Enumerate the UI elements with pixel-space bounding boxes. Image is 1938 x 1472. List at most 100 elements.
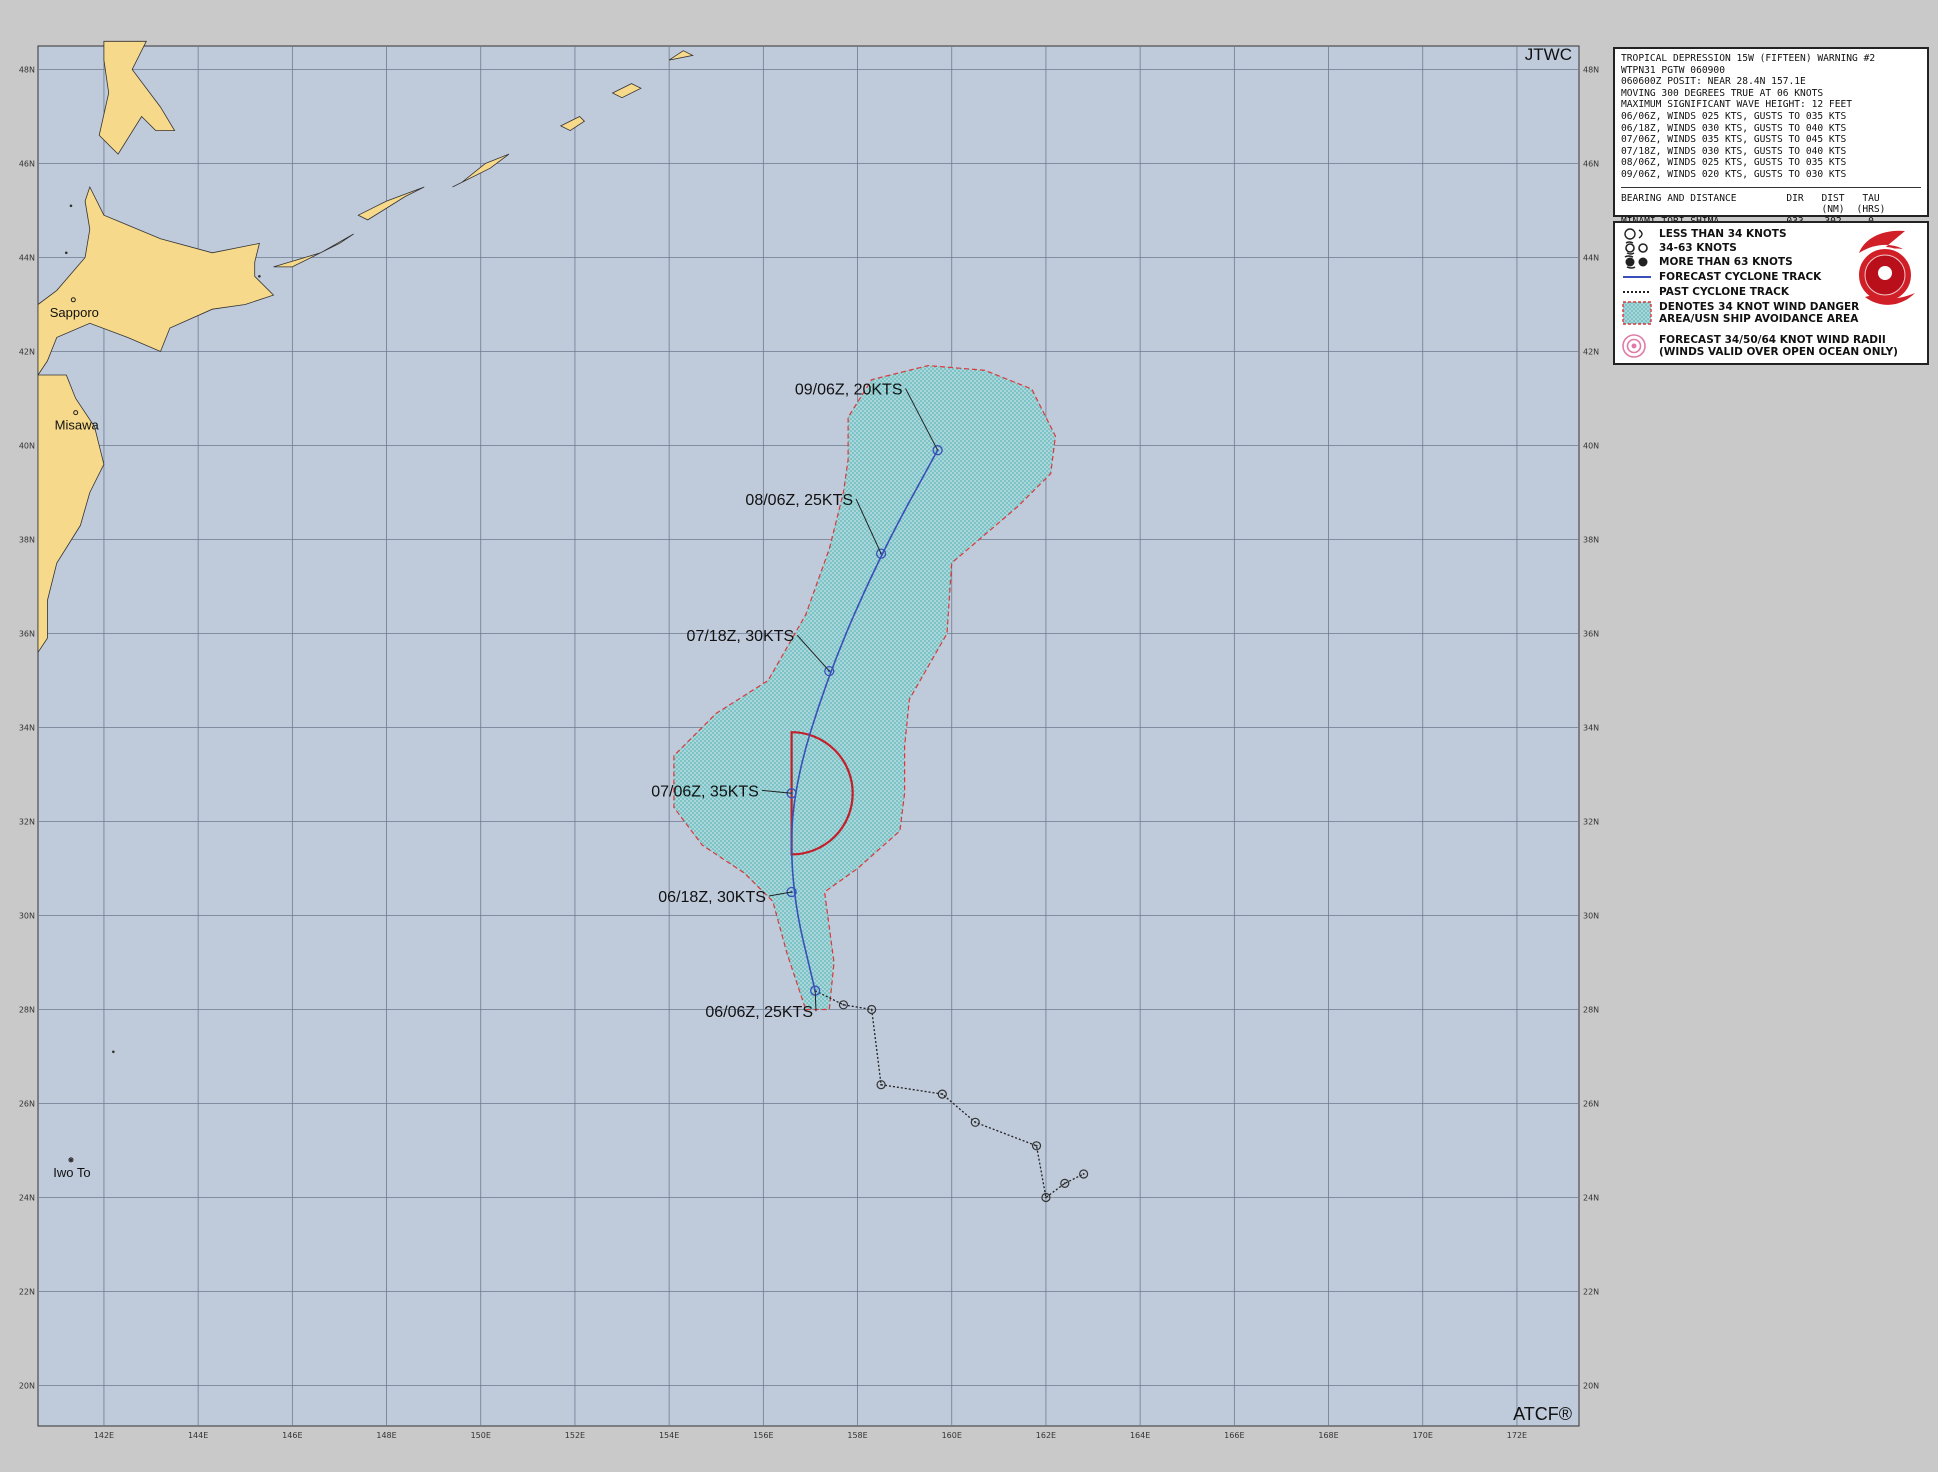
legend-label: FORECAST 34/50/64 KNOT WIND RADII (1659, 334, 1886, 346)
legend-label: PAST CYCLONE TRACK (1659, 286, 1789, 298)
wind-radii-icon (1622, 334, 1646, 358)
lat-label-right: 26N (1583, 1100, 1599, 1109)
lon-label: 152E (565, 1431, 585, 1440)
forecast-label: 07/18Z, 30KTS (687, 628, 795, 645)
lat-label-left: 46N (19, 160, 35, 169)
lat-label-left: 34N (19, 724, 35, 733)
lat-label-right: 46N (1583, 160, 1599, 169)
bearing-heading: BEARING AND DISTANCE (1621, 192, 1737, 204)
warning-line: 06/06Z, WINDS 025 KTS, GUSTS TO 035 KTS (1621, 110, 1847, 122)
lat-label-right: 32N (1583, 818, 1599, 827)
forecast-label: 08/06Z, 25KTS (745, 492, 853, 509)
warning-line: 07/18Z, WINDS 030 KTS, GUSTS TO 040 KTS (1621, 145, 1847, 157)
lat-label-left: 36N (19, 630, 35, 639)
lat-label-left: 28N (19, 1006, 35, 1015)
legend-less-34: LESS THAN 34 KNOTS (1621, 227, 1787, 241)
lat-label-left: 22N (19, 1288, 35, 1297)
forecast-label: 06/06Z, 25KTS (705, 1004, 813, 1021)
col-dist: DIST (1821, 192, 1845, 204)
lat-label-right: 36N (1583, 630, 1599, 639)
forecast-label: 07/06Z, 35KTS (651, 783, 759, 800)
typhoon-symbol-icon (1624, 255, 1648, 269)
lat-label-right: 38N (1583, 536, 1599, 545)
dotted-line-icon (1623, 291, 1651, 293)
legend-panel: LESS THAN 34 KNOTS 34-63 KNOTS MORE THAN… (1613, 221, 1929, 365)
past-position-center (1044, 1196, 1047, 1199)
col-dir: DIR (1786, 192, 1804, 204)
lon-label: 170E (1413, 1431, 1433, 1440)
warning-line: WTPN31 PGTW 060900 (1621, 64, 1725, 76)
lon-label: 158E (847, 1431, 867, 1440)
legend-past-track: PAST CYCLONE TRACK (1621, 285, 1789, 299)
island-dot (64, 251, 68, 255)
col-tau: TAU (1862, 192, 1880, 204)
legend-label: 34-63 KNOTS (1659, 242, 1737, 254)
lat-label-left: 20N (19, 1382, 35, 1391)
warning-line: 08/06Z, WINDS 025 KTS, GUSTS TO 035 KTS (1621, 157, 1847, 169)
warning-text: TROPICAL DEPRESSION 15W (FIFTEEN) WARNIN… (1621, 53, 1921, 181)
system-label: ATCF® (1513, 1404, 1572, 1424)
legend-label: (WINDS VALID OVER OPEN OCEAN ONLY) (1659, 346, 1898, 358)
past-position-center (880, 1083, 883, 1086)
place-name: Sapporo (50, 305, 99, 320)
place-name: Iwo To (53, 1165, 90, 1180)
lat-label-left: 38N (19, 536, 35, 545)
island-dot (69, 204, 73, 208)
legend-forecast-track: FORECAST CYCLONE TRACK (1621, 270, 1821, 284)
lon-label: 148E (376, 1431, 396, 1440)
forecast-label: 09/06Z, 20KTS (795, 381, 903, 398)
warning-info-panel: TROPICAL DEPRESSION 15W (FIFTEEN) WARNIN… (1613, 47, 1929, 227)
lat-label-right: 48N (1583, 66, 1599, 75)
lon-label: 160E (942, 1431, 962, 1440)
legend-label: DENOTES 34 KNOT WIND DANGER (1659, 301, 1860, 313)
past-position-center (1063, 1182, 1066, 1185)
legend-label: LESS THAN 34 KNOTS (1659, 228, 1787, 240)
legend-label: AREA/USN SHIP AVOIDANCE AREA (1659, 313, 1859, 325)
warning-line: TROPICAL DEPRESSION 15W (FIFTEEN) WARNIN… (1621, 53, 1876, 64)
lon-label: 150E (471, 1431, 491, 1440)
lon-label: 166E (1224, 1431, 1244, 1440)
lon-label: 144E (188, 1431, 208, 1440)
jtwc-seal-icon (1857, 230, 1915, 305)
warning-line: 06/18Z, WINDS 030 KTS, GUSTS TO 040 KTS (1621, 122, 1847, 134)
warning-line: 09/06Z, WINDS 020 KTS, GUSTS TO 030 KTS (1621, 168, 1847, 180)
bearing-unit-row: (NM) (HRS) (1621, 204, 1921, 216)
lat-label-left: 30N (19, 912, 35, 921)
legend-more-63: MORE THAN 63 KNOTS (1621, 255, 1793, 269)
past-position-center (842, 1003, 845, 1006)
danger-swatch-icon (1622, 301, 1652, 325)
past-position-center (1035, 1144, 1038, 1147)
lat-label-left: 48N (19, 66, 35, 75)
place-name: Misawa (55, 418, 100, 433)
lat-label-right: 22N (1583, 1288, 1599, 1297)
lon-label: 146E (282, 1431, 302, 1440)
island-dot (258, 275, 261, 278)
past-position-center (974, 1121, 977, 1124)
lat-label-left: 44N (19, 254, 35, 263)
storm-symbol-icon (1625, 241, 1648, 255)
warning-line: 07/06Z, WINDS 035 KTS, GUSTS TO 045 KTS (1621, 134, 1847, 146)
legend-label: MORE THAN 63 KNOTS (1659, 256, 1793, 268)
island-dot (69, 1158, 73, 1162)
legend-danger-area: DENOTES 34 KNOT WIND DANGER AREA/USN SHI… (1621, 300, 1859, 326)
legend-wind-radii: FORECAST 34/50/64 KNOT WIND RADII (WINDS… (1621, 333, 1898, 359)
lat-label-right: 20N (1583, 1382, 1599, 1391)
solid-line-icon (1623, 276, 1651, 278)
col-dist-unit: (NM) (1821, 204, 1845, 216)
lat-label-right: 42N (1583, 348, 1599, 357)
bearing-header-row: BEARING AND DISTANCE DIR DIST TAU (1621, 193, 1921, 205)
lat-label-right: 44N (1583, 254, 1599, 263)
warning-line: MOVING 300 DEGREES TRUE AT 06 KNOTS (1621, 87, 1824, 99)
divider (1621, 186, 1921, 188)
past-position-center (1082, 1173, 1085, 1175)
lat-label-right: 34N (1583, 724, 1599, 733)
lat-label-right: 30N (1583, 912, 1599, 921)
lat-label-left: 32N (19, 818, 35, 827)
lat-label-right: 40N (1583, 442, 1599, 451)
legend-34-63: 34-63 KNOTS (1621, 241, 1737, 255)
lat-label-left: 42N (19, 348, 35, 357)
lat-label-right: 24N (1583, 1194, 1599, 1203)
lon-label: 168E (1318, 1431, 1338, 1440)
lat-label-left: 24N (19, 1194, 35, 1203)
lat-label-left: 40N (19, 442, 35, 451)
